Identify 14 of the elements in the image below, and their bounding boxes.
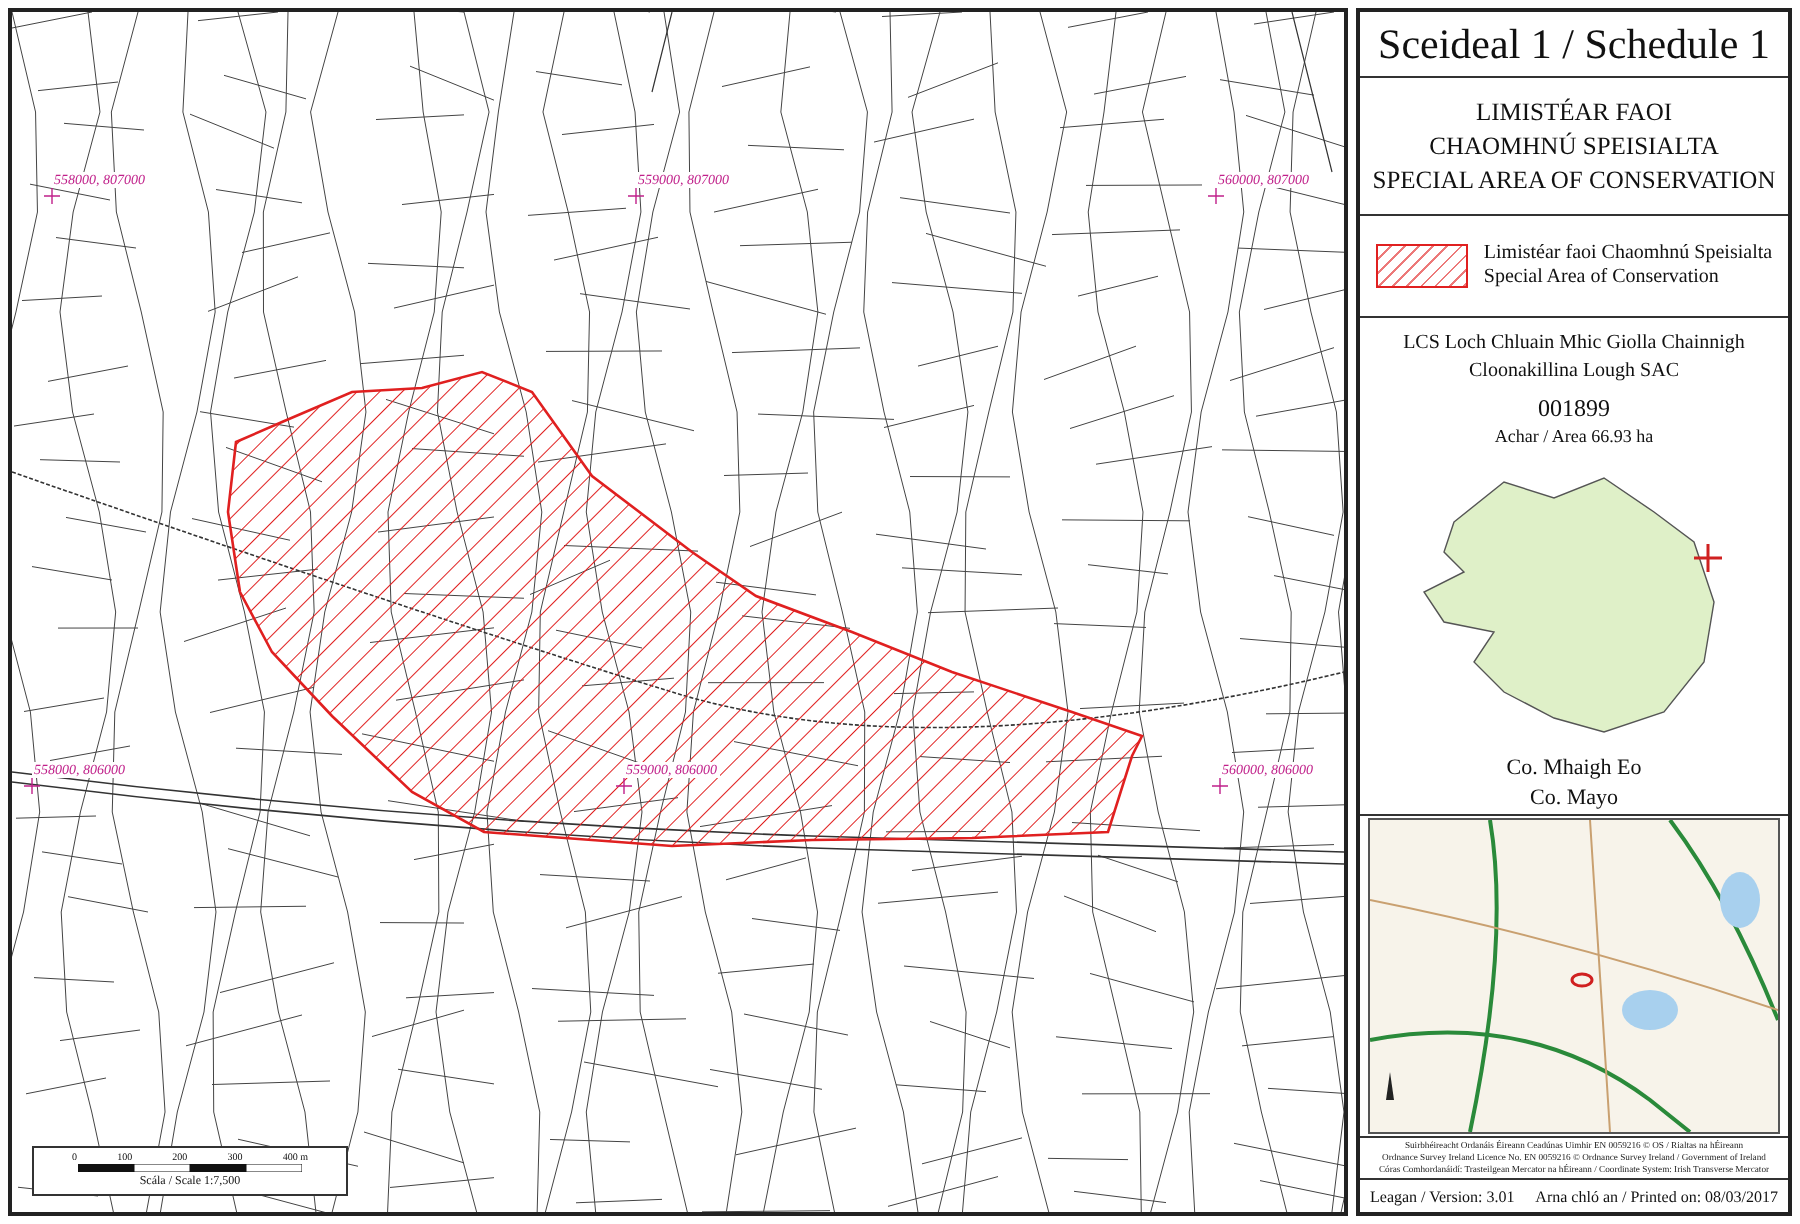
county-name: Co. Mhaigh Eo [1506,754,1642,784]
heading-line: CHAOMHNÚ SPEISIALTA [1429,129,1719,163]
legend-label: Limistéar faoi Chaomhnú Speisialta [1483,242,1773,266]
site-name: Cloonakillina Lough SAC [1469,358,1679,386]
heading-line: SPECIAL AREA OF CONSERVATION [1372,163,1776,197]
version-label: Leagan / Version: 3.01 [1370,1187,1515,1205]
schedule-title: Sceideal 1 / Schedule 1 [1378,19,1770,69]
site-area: Achar / Area 66.93 ha [1494,424,1654,450]
county-name: Co. Mayo [1530,784,1618,814]
printed-date: Arna chló an / Printed on: 08/03/2017 [1535,1187,1778,1205]
legend-label: Special Area of Conservation [1483,266,1721,290]
heading-line: LIMISTÉAR FAOI [1475,95,1673,129]
site-name: LCS Loch Chluain Mhic Giolla Chainnigh [1403,330,1745,358]
site-code: 001899 [1538,392,1610,424]
